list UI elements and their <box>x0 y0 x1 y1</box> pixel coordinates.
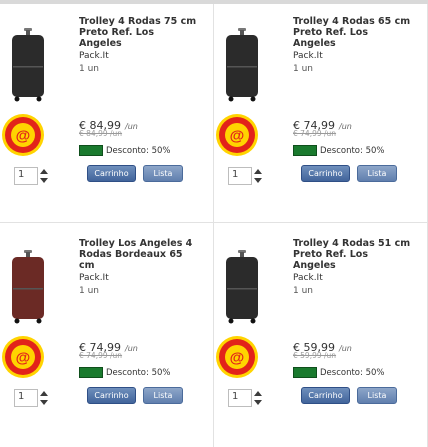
quantity-stepper[interactable]: 1 <box>0 167 74 185</box>
discount-text: Desconto: 50% <box>106 145 171 156</box>
add-to-list-button[interactable]: Lista <box>357 387 397 404</box>
quantity-stepper[interactable]: 1 <box>214 389 288 407</box>
percent-badge-icon: @ <box>214 112 260 158</box>
svg-text:@: @ <box>16 128 31 145</box>
discount-flag-icon <box>79 367 103 378</box>
price-unit: /un <box>339 122 352 131</box>
row-divider <box>0 222 428 223</box>
product-card: Trolley 4 Rodas 65 cm Preto Ref. Los Ang… <box>214 4 418 219</box>
trolley-image-icon <box>12 250 44 324</box>
svg-text:@: @ <box>230 350 245 367</box>
quantity-value[interactable]: 1 <box>18 169 24 180</box>
product-brand: Pack.It <box>293 51 323 61</box>
product-image[interactable] <box>224 248 260 324</box>
discount-row: Desconto: 50% <box>293 145 384 156</box>
product-title[interactable]: Trolley 4 Rodas 75 cm Preto Ref. Los Ang… <box>79 16 197 49</box>
product-image[interactable] <box>224 26 260 102</box>
price-unit: /un <box>125 344 138 353</box>
up-down-arrows-icon[interactable] <box>36 167 52 185</box>
percent-badge-icon: @ <box>214 334 260 380</box>
product-unit: 1 un <box>293 64 313 74</box>
up-down-arrows-icon[interactable] <box>250 389 266 407</box>
old-price: € 84,99 /un <box>79 129 123 138</box>
add-to-list-button[interactable]: Lista <box>357 165 397 182</box>
old-price: € 74,99 /un <box>293 129 337 138</box>
product-info: Trolley 4 Rodas 65 cm Preto Ref. Los Ang… <box>293 16 418 75</box>
product-card: Trolley 4 Rodas 75 cm Preto Ref. Los Ang… <box>0 4 204 219</box>
discount-row: Desconto: 50% <box>293 367 384 378</box>
discount-row: Desconto: 50% <box>79 367 170 378</box>
trolley-image-icon <box>226 250 258 324</box>
svg-text:@: @ <box>16 350 31 367</box>
trolley-image-icon <box>226 28 258 102</box>
product-image[interactable] <box>10 26 46 102</box>
product-card: Trolley Los Angeles 4 Rodas Bordeaux 65 … <box>0 226 204 441</box>
product-grid: Trolley 4 Rodas 75 cm Preto Ref. Los Ang… <box>0 0 428 447</box>
svg-text:@: @ <box>230 128 245 145</box>
quantity-stepper[interactable]: 1 <box>214 167 288 185</box>
up-down-arrows-icon[interactable] <box>250 167 266 185</box>
add-to-cart-button[interactable]: Carrinho <box>301 165 350 182</box>
price-unit: /un <box>125 122 138 131</box>
product-image[interactable] <box>10 248 46 324</box>
quantity-value[interactable]: 1 <box>232 169 238 180</box>
discount-text: Desconto: 50% <box>106 367 171 378</box>
discount-flag-icon <box>293 145 317 156</box>
quantity-stepper[interactable]: 1 <box>0 389 74 407</box>
product-brand: Pack.It <box>79 273 109 283</box>
product-title[interactable]: Trolley Los Angeles 4 Rodas Bordeaux 65 … <box>79 238 197 271</box>
quantity-value[interactable]: 1 <box>232 391 238 402</box>
product-unit: 1 un <box>79 64 99 74</box>
quantity-value[interactable]: 1 <box>18 391 24 402</box>
product-unit: 1 un <box>79 286 99 296</box>
percent-badge-icon: @ <box>0 334 46 380</box>
discount-text: Desconto: 50% <box>320 145 385 156</box>
discount-row: Desconto: 50% <box>79 145 170 156</box>
product-card: Trolley 4 Rodas 51 cm Preto Ref. Los Ang… <box>214 226 418 441</box>
product-info: Trolley 4 Rodas 75 cm Preto Ref. Los Ang… <box>79 16 204 75</box>
product-brand: Pack.It <box>293 273 323 283</box>
product-unit: 1 un <box>293 286 313 296</box>
trolley-image-icon <box>12 28 44 102</box>
discount-flag-icon <box>293 367 317 378</box>
add-to-list-button[interactable]: Lista <box>143 165 183 182</box>
product-info: Trolley Los Angeles 4 Rodas Bordeaux 65 … <box>79 238 204 297</box>
discount-flag-icon <box>79 145 103 156</box>
price-unit: /un <box>339 344 352 353</box>
product-brand: Pack.It <box>79 51 109 61</box>
old-price: € 59,99 /un <box>293 351 337 360</box>
up-down-arrows-icon[interactable] <box>36 389 52 407</box>
percent-badge-icon: @ <box>0 112 46 158</box>
old-price: € 74,99 /un <box>79 351 123 360</box>
discount-text: Desconto: 50% <box>320 367 385 378</box>
product-title[interactable]: Trolley 4 Rodas 51 cm Preto Ref. Los Ang… <box>293 238 411 271</box>
add-to-cart-button[interactable]: Carrinho <box>87 165 136 182</box>
product-info: Trolley 4 Rodas 51 cm Preto Ref. Los Ang… <box>293 238 418 297</box>
add-to-cart-button[interactable]: Carrinho <box>87 387 136 404</box>
product-title[interactable]: Trolley 4 Rodas 65 cm Preto Ref. Los Ang… <box>293 16 411 49</box>
add-to-cart-button[interactable]: Carrinho <box>301 387 350 404</box>
add-to-list-button[interactable]: Lista <box>143 387 183 404</box>
